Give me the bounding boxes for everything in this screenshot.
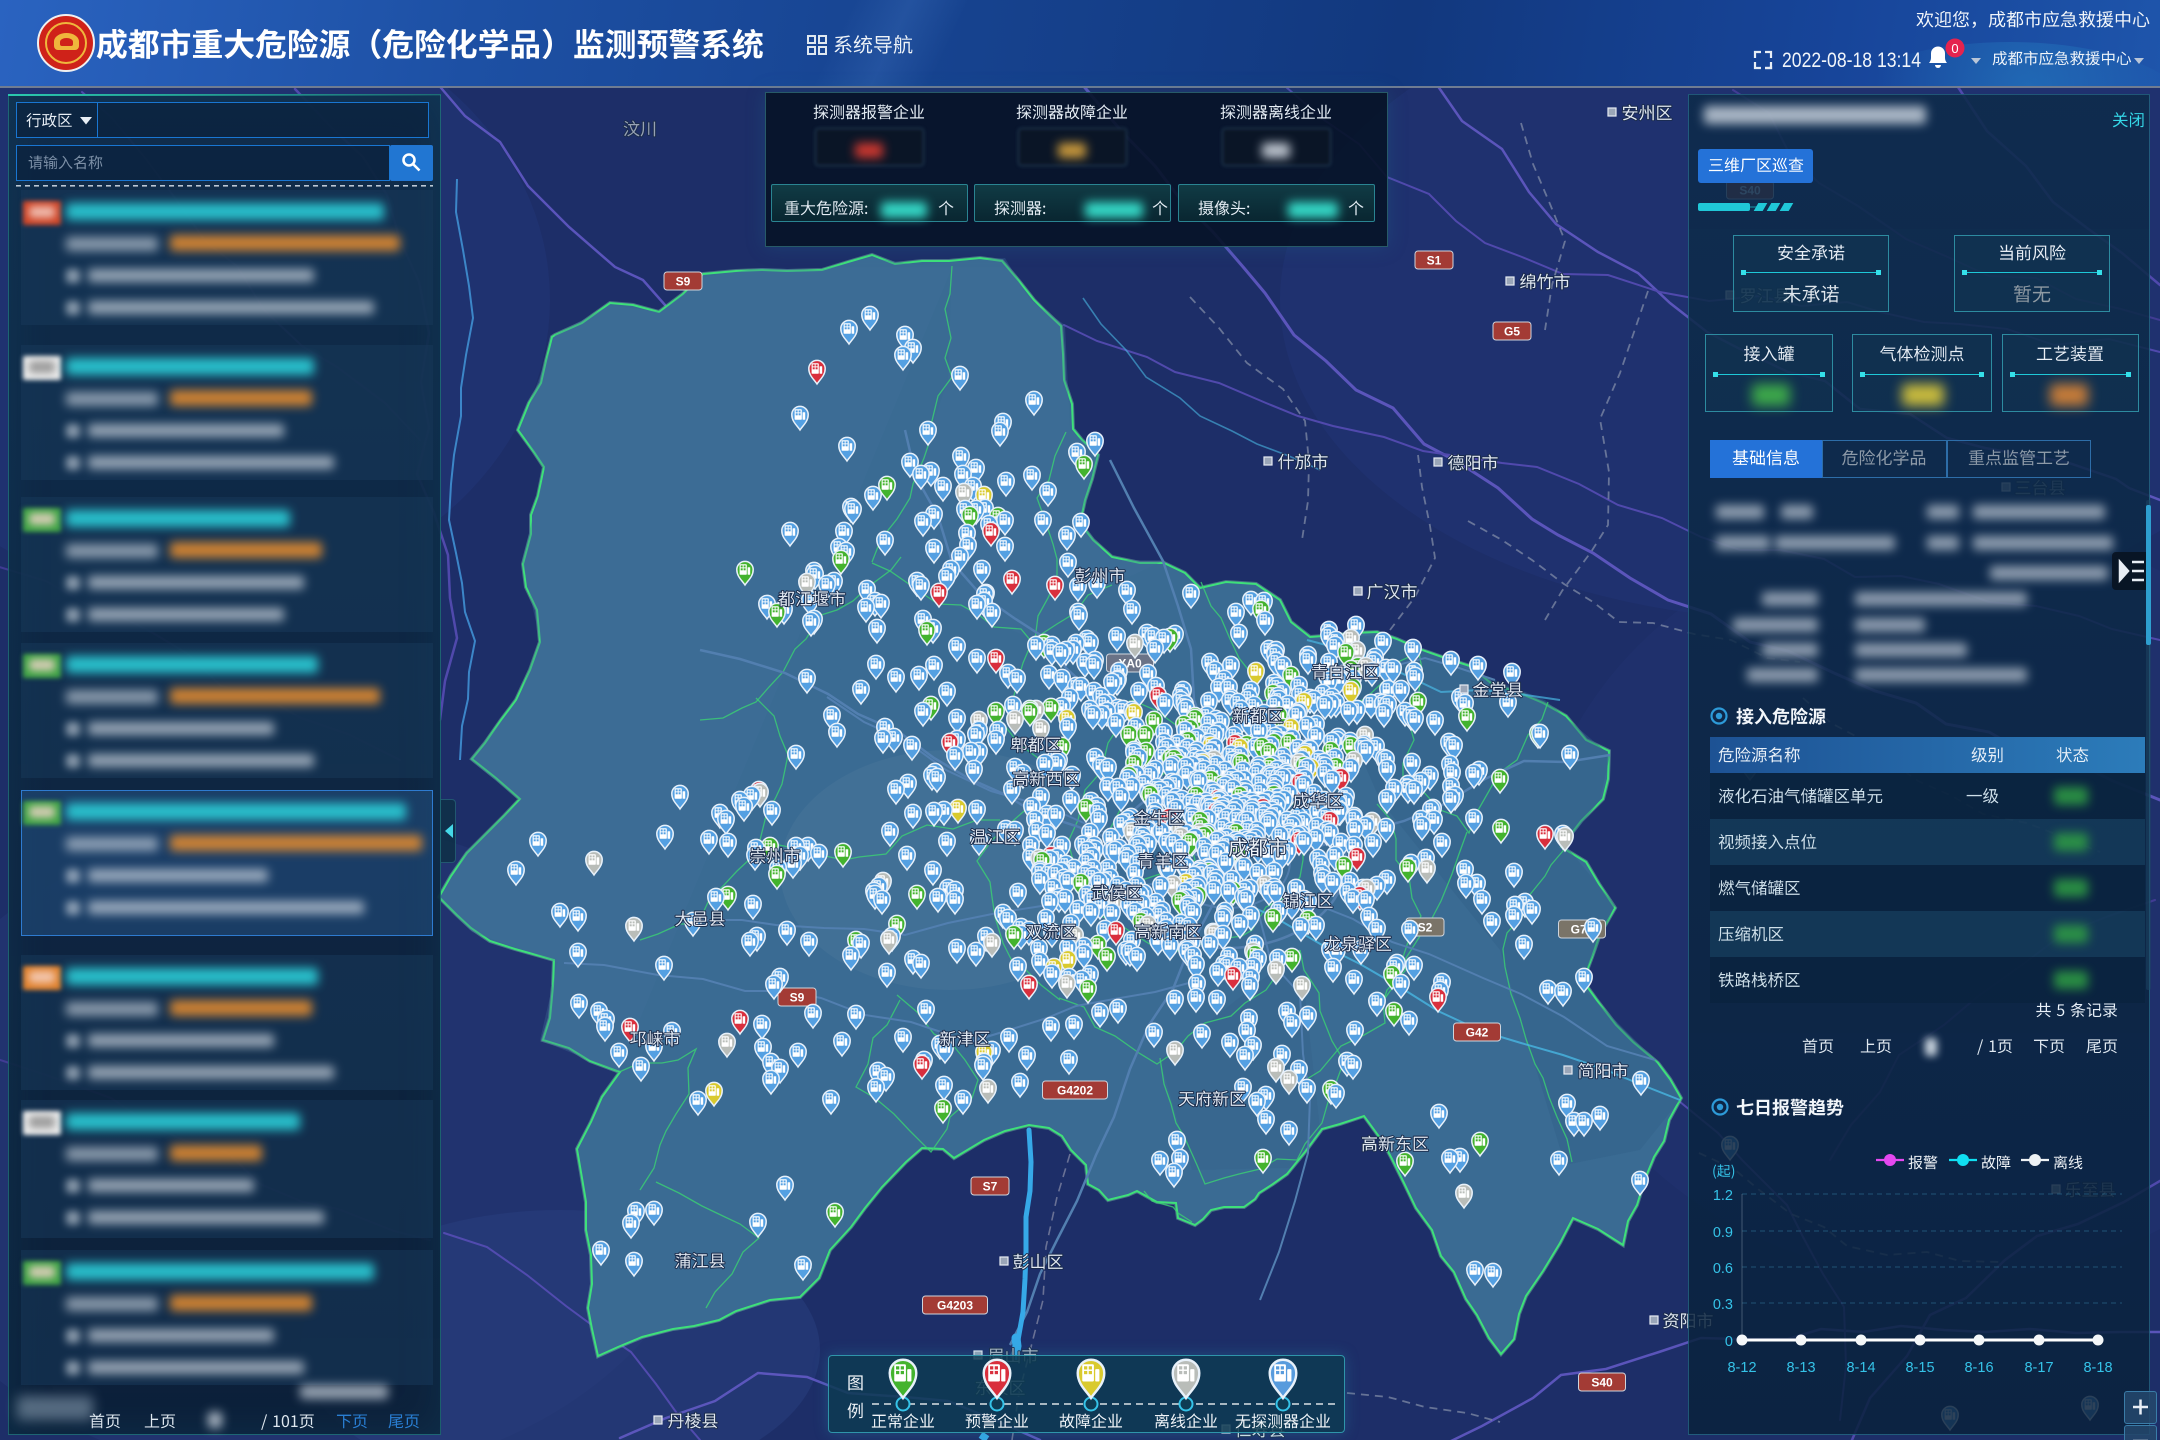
- svg-text:0.3: 0.3: [1713, 1297, 1733, 1313]
- svg-text:1.2: 1.2: [1713, 1188, 1733, 1204]
- svg-text:8-14: 8-14: [1846, 1360, 1875, 1376]
- svg-text:0: 0: [1951, 41, 1958, 56]
- svg-text:0: 0: [1725, 1334, 1733, 1350]
- svg-text:0.9: 0.9: [1713, 1225, 1733, 1241]
- svg-text:2022-08-18 13:14: 2022-08-18 13:14: [1782, 48, 1921, 72]
- svg-text:8-16: 8-16: [1964, 1360, 1993, 1376]
- svg-text:8-13: 8-13: [1786, 1360, 1815, 1376]
- svg-text:8-18: 8-18: [2083, 1360, 2112, 1376]
- svg-text:8-12: 8-12: [1727, 1360, 1756, 1376]
- svg-text:8-17: 8-17: [2024, 1360, 2053, 1376]
- svg-text:0.6: 0.6: [1713, 1261, 1733, 1277]
- svg-text:8-15: 8-15: [1905, 1360, 1934, 1376]
